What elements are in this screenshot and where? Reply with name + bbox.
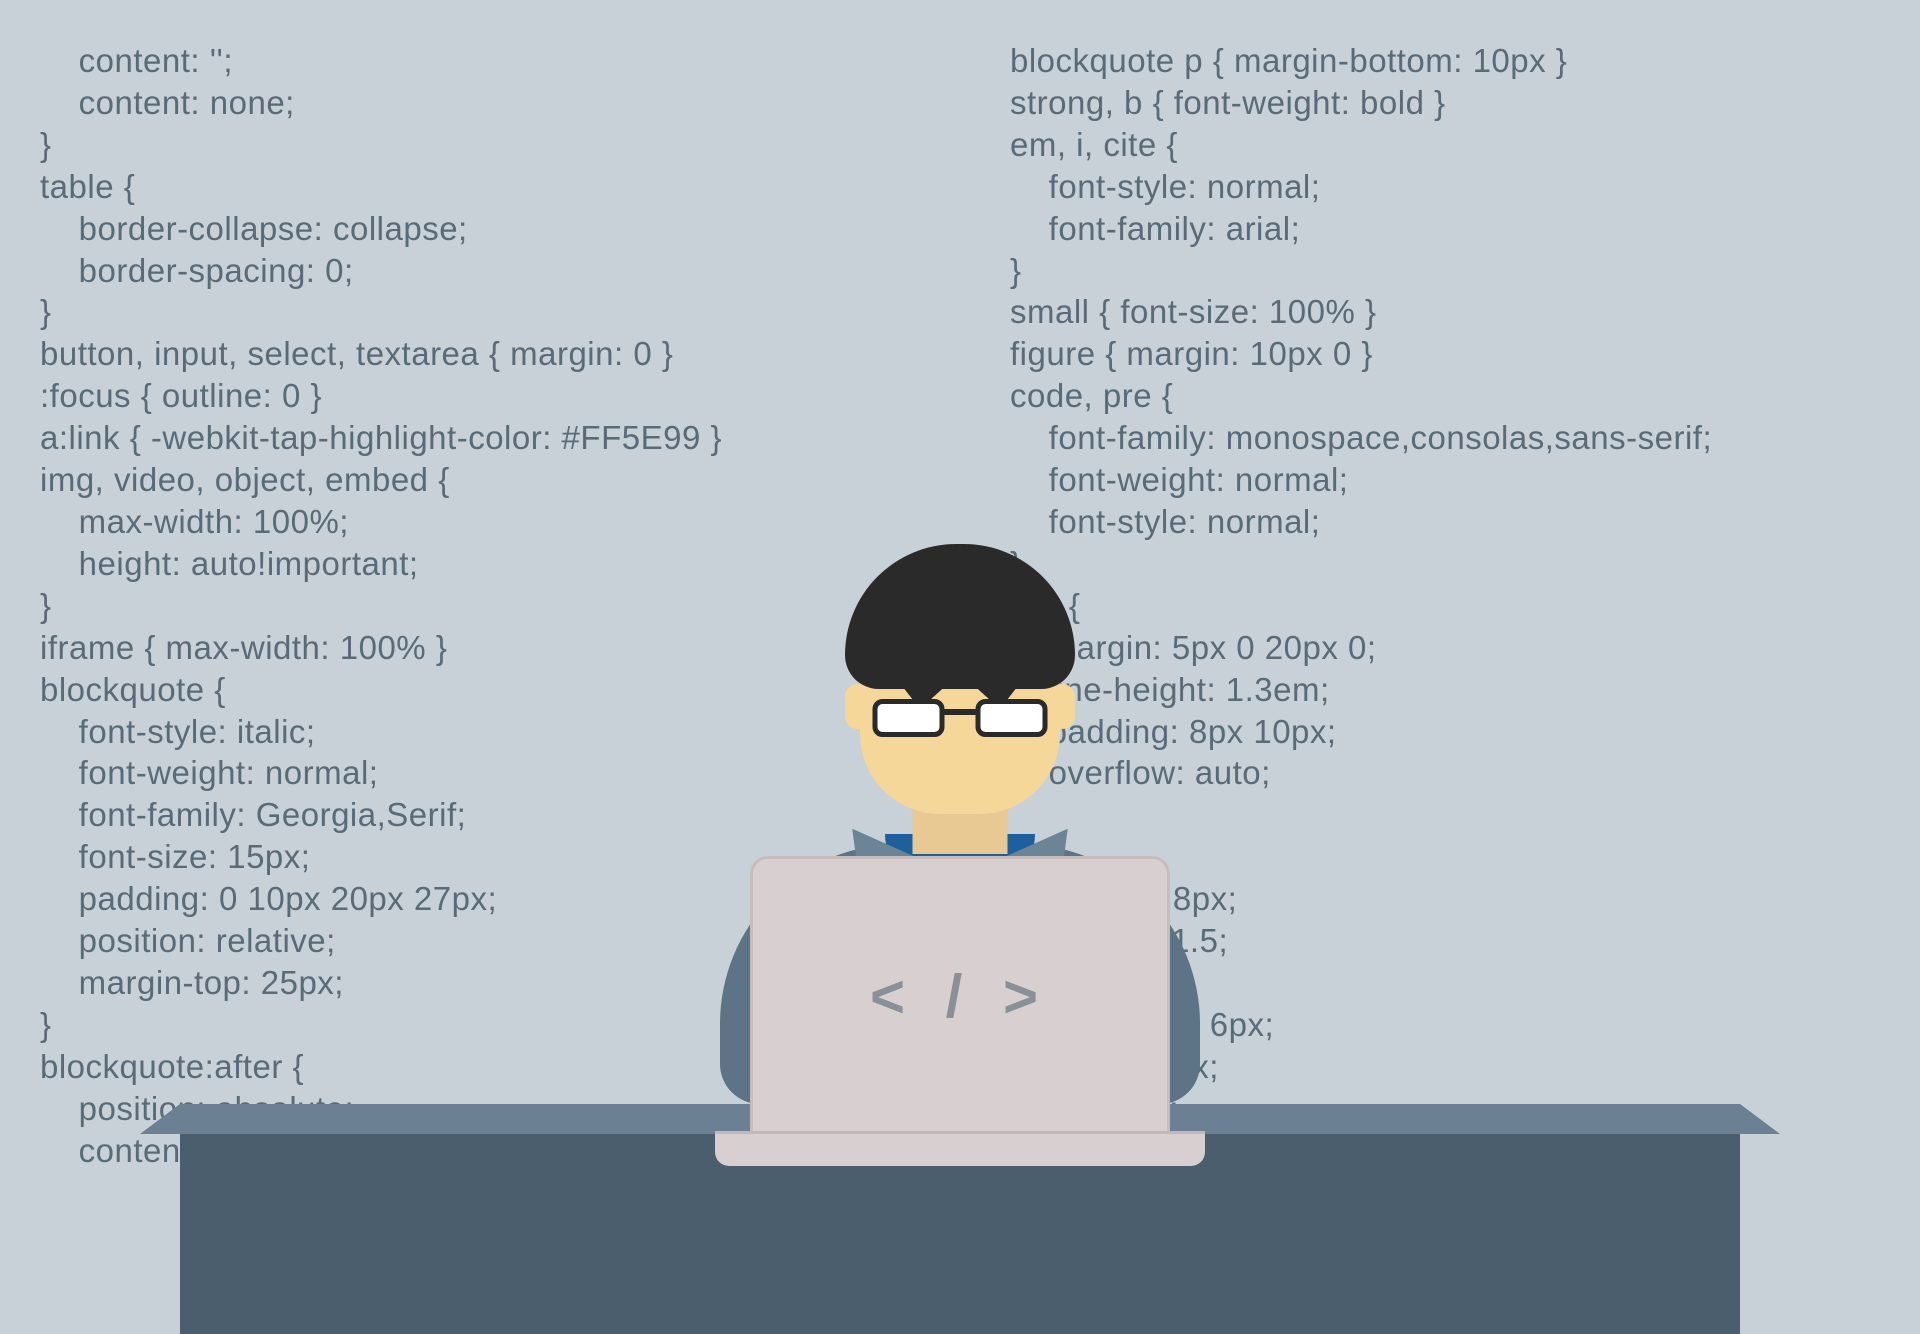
glasses-icon (873, 699, 1048, 739)
code-bracket-icon: < / > (870, 962, 1050, 1031)
hair (845, 544, 1075, 689)
lens-right (976, 699, 1048, 737)
glasses-bridge (945, 709, 976, 715)
laptop-base (715, 1131, 1205, 1166)
head (860, 554, 1060, 814)
ear-left (845, 684, 870, 729)
ear-right (1050, 684, 1075, 729)
laptop-screen: < / > (750, 856, 1170, 1136)
laptop: < / > (750, 856, 1170, 1136)
lens-left (873, 699, 945, 737)
